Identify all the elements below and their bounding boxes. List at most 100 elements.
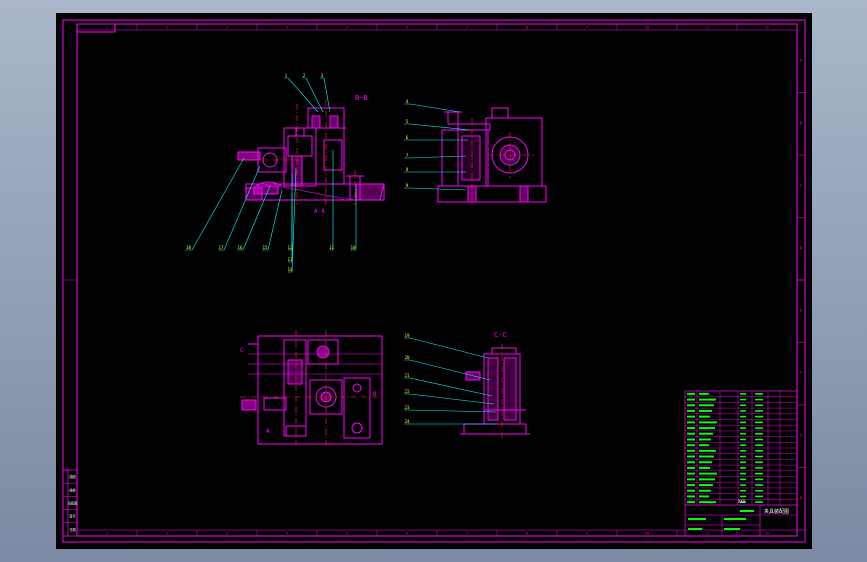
- parts-row-index-mark: [687, 444, 695, 447]
- material-note: XXX: [738, 499, 746, 504]
- parts-row-qty-mark: [740, 410, 746, 412]
- parts-row-name-mark: [699, 461, 712, 464]
- parts-row-qty-mark: [740, 444, 746, 446]
- parts-row-qty-mark: [740, 467, 746, 469]
- title-block-field-mark: [688, 528, 702, 530]
- parts-row-qty-mark: [740, 415, 746, 418]
- top-border-label: 4: [286, 26, 288, 30]
- parts-row-index-mark: [687, 421, 695, 424]
- parts-row-material-mark: [755, 484, 763, 486]
- parts-row-material-mark: [755, 478, 763, 481]
- top-border-label: 11: [705, 26, 709, 30]
- parts-row-name-mark: [699, 495, 709, 498]
- parts-row-qty-mark: [740, 461, 746, 464]
- balloon-number: 23: [404, 405, 410, 410]
- balloon-number: 18: [186, 245, 192, 250]
- balloon-number: 19: [404, 333, 410, 338]
- parts-row-index-mark: [687, 472, 695, 475]
- parts-row-qty-mark: [740, 478, 746, 481]
- parts-row-name-mark: [699, 484, 713, 487]
- parts-row-qty-mark: [740, 450, 746, 452]
- parts-row-index-mark: [687, 455, 695, 458]
- plan-view-label-c: C: [240, 347, 244, 354]
- parts-row-material-mark: [755, 398, 763, 401]
- balloon-number: 14: [287, 267, 293, 272]
- parts-row-material-mark: [755, 415, 763, 418]
- right-border-label: B: [800, 121, 802, 125]
- top-border-label: 9: [586, 26, 588, 30]
- balloon-number: 15: [262, 245, 268, 250]
- parts-row-qty-mark: [740, 484, 746, 486]
- right-border-label: E: [800, 308, 802, 312]
- parts-row-qty-mark: [740, 427, 746, 429]
- parts-row-index-mark: [687, 392, 695, 395]
- parts-row-index-mark: [687, 432, 695, 435]
- bottom-border-label: 8: [526, 532, 528, 536]
- parts-row-material-mark: [755, 432, 763, 435]
- parts-row-material-mark: [755, 501, 763, 503]
- parts-row-qty-mark: [740, 432, 746, 435]
- title-block-field-mark: [724, 518, 746, 520]
- parts-row-material-mark: [755, 438, 763, 441]
- parts-row-index-mark: [687, 461, 695, 464]
- revision-row-label: 日期: [69, 527, 75, 532]
- top-border-label: 3: [226, 26, 228, 30]
- parts-row-name-mark: [699, 478, 715, 481]
- title-block-field-mark: [724, 528, 740, 530]
- drawing-canvas: [56, 13, 812, 549]
- parts-row-name-mark: [699, 392, 709, 395]
- bottom-border-label: 4: [286, 532, 288, 536]
- parts-row-name-mark: [699, 489, 711, 492]
- parts-row-material-mark: [755, 427, 763, 429]
- right-border-label: G: [800, 433, 802, 437]
- top-border-label: 6: [406, 26, 408, 30]
- parts-row-qty-mark: [740, 489, 746, 492]
- parts-row-material-mark: [755, 455, 763, 458]
- top-border-label: 12: [765, 26, 769, 30]
- plan-view-label-a: A: [266, 428, 270, 435]
- section-aa-title: A-A: [314, 208, 325, 215]
- parts-row-index-mark: [687, 398, 695, 401]
- parts-row-material-mark: [755, 410, 763, 412]
- parts-row-material-mark: [755, 421, 763, 424]
- parts-row-name-mark: [699, 409, 712, 412]
- parts-row-index-mark: [687, 415, 695, 418]
- parts-row-material-mark: [755, 467, 763, 469]
- parts-row-qty-mark: [740, 404, 746, 407]
- balloon-number: 17: [218, 245, 224, 250]
- revision-row-label: 描图: [69, 474, 75, 479]
- drawing-title: 夹具装配图: [764, 508, 789, 515]
- balloon-number: 22: [404, 389, 410, 394]
- section-bb-title: B-B: [355, 94, 368, 102]
- right-border-label: F: [800, 371, 802, 375]
- title-block-field-mark: [740, 510, 754, 512]
- balloon-number: 11: [329, 245, 335, 250]
- parts-row-name-mark: [699, 444, 709, 447]
- right-border-label: H: [800, 496, 802, 500]
- revision-row-label: 描校: [69, 487, 76, 492]
- balloon-number: 16: [237, 245, 243, 250]
- cad-viewport: 112233445566778899101011111212ABCDEFGH 1…: [0, 0, 867, 562]
- parts-row-qty-mark: [740, 455, 746, 458]
- parts-row-index-mark: [687, 409, 695, 412]
- parts-row-name-mark: [699, 449, 716, 452]
- bottom-border-label: 11: [705, 532, 709, 536]
- parts-row-material-mark: [755, 444, 763, 446]
- parts-row-name-mark: [699, 427, 715, 430]
- right-border-label: D: [800, 246, 802, 250]
- bottom-border-label: 5: [346, 532, 348, 536]
- parts-row-name-mark: [699, 415, 710, 418]
- parts-row-material-mark: [755, 393, 763, 395]
- parts-row-index-mark: [687, 495, 695, 498]
- plan-view-label-b: B: [373, 391, 377, 398]
- top-border-label: 5: [346, 26, 348, 30]
- parts-row-qty-mark: [740, 398, 746, 401]
- parts-row-material-mark: [755, 472, 763, 475]
- parts-row-qty-mark: [740, 393, 746, 395]
- top-border-label: 2: [166, 26, 168, 30]
- bottom-border-label: 9: [586, 532, 588, 536]
- parts-row-index-mark: [687, 438, 695, 441]
- parts-row-index-mark: [687, 484, 695, 487]
- parts-row-index-mark: [687, 427, 695, 430]
- parts-row-material-mark: [755, 404, 763, 407]
